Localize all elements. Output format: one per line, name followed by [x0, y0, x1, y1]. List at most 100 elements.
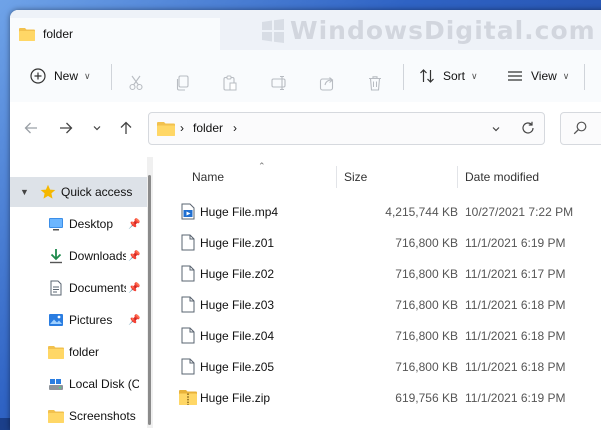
sidebar-item-label: folder — [69, 345, 100, 359]
address-bar[interactable]: › folder › — [148, 112, 545, 145]
download-icon — [50, 249, 62, 264]
separator — [111, 64, 112, 90]
pictures-icon — [49, 314, 63, 326]
plus-circle-icon — [30, 68, 46, 84]
rename-icon[interactable] — [271, 75, 288, 91]
title-bar: folder WindowsDigital.com — [10, 10, 601, 50]
file-size: 619,756 KB — [395, 391, 458, 405]
sidebar-item-desktop[interactable]: Desktop 📌 — [10, 209, 150, 239]
sidebar-item-pictures[interactable]: Pictures 📌 — [10, 305, 150, 335]
folder-icon — [19, 28, 35, 41]
file-size: 716,800 KB — [395, 329, 458, 343]
chevron-down-icon: ▼ — [20, 187, 29, 197]
file-date: 11/1/2021 6:18 PM — [465, 298, 566, 312]
file-size: 716,800 KB — [395, 236, 458, 250]
sidebar-item-label: Local Disk (C:) — [69, 377, 139, 391]
chevron-down-icon: ∨ — [84, 70, 91, 81]
file-icon — [181, 296, 195, 313]
file-name: Huge File.z05 — [200, 360, 275, 374]
chevron-down-icon — [93, 126, 101, 131]
view-button[interactable]: View ∨ — [507, 50, 569, 102]
table-row[interactable]: Huge File.z05 716,800 KB 11/1/2021 6:18 … — [156, 352, 601, 382]
recent-locations-button[interactable] — [87, 118, 107, 138]
breadcrumb-separator-icon: › — [180, 121, 184, 135]
sidebar-item-screenshots[interactable]: Screenshots — [10, 401, 150, 430]
file-icon — [181, 265, 195, 282]
sort-label: Sort — [443, 69, 466, 83]
scrollbar-thumb[interactable] — [148, 175, 151, 425]
drive-icon — [49, 379, 63, 390]
table-row[interactable]: Huge File.z02 716,800 KB 11/1/2021 6:17 … — [156, 259, 601, 289]
table-row[interactable]: Huge File.z03 716,800 KB 11/1/2021 6:18 … — [156, 290, 601, 320]
forward-button[interactable] — [56, 118, 76, 138]
file-size: 716,800 KB — [395, 360, 458, 374]
pin-icon: 📌 — [128, 282, 141, 294]
file-date: 11/1/2021 6:18 PM — [465, 329, 566, 343]
table-row[interactable]: Huge File.mp4 4,215,744 KB 10/27/2021 7:… — [156, 197, 601, 227]
sidebar-item-folder[interactable]: folder — [10, 337, 150, 367]
file-size: 4,215,744 KB — [385, 205, 458, 219]
file-list: ⌃ Name Size Date modified Huge File.mp4 … — [156, 156, 601, 430]
file-date: 11/1/2021 6:17 PM — [465, 267, 566, 281]
tab-folder[interactable]: folder — [10, 18, 220, 50]
refresh-icon[interactable] — [521, 121, 535, 135]
up-button[interactable] — [116, 118, 136, 138]
back-button[interactable] — [21, 118, 41, 138]
sidebar-item-label: Documents — [69, 281, 126, 295]
arrow-left-icon — [24, 122, 37, 134]
pin-icon: 📌 — [128, 250, 141, 262]
tab-title: folder — [43, 27, 74, 41]
sidebar-item-documents[interactable]: Documents 📌 — [10, 273, 150, 303]
desktop-icon — [49, 218, 63, 231]
sort-ascending-icon: ⌃ — [258, 161, 266, 171]
sidebar-item-local-disk[interactable]: Local Disk (C:) — [10, 369, 150, 399]
folder-icon — [48, 410, 64, 423]
windows-logo-icon — [262, 19, 284, 43]
file-name: Huge File.mp4 — [200, 205, 279, 219]
sidebar-scrollbar[interactable] — [147, 157, 153, 428]
breadcrumb[interactable]: folder — [193, 121, 223, 135]
view-list-icon — [508, 71, 522, 81]
cut-icon[interactable] — [128, 75, 144, 91]
navigation-bar: › folder › — [10, 102, 601, 154]
column-divider[interactable] — [336, 166, 337, 188]
paste-icon[interactable] — [222, 75, 238, 91]
command-bar: New ∨ Sort ∨ View ∨ — [10, 50, 601, 103]
arrow-right-icon — [60, 122, 73, 134]
file-date: 11/1/2021 6:19 PM — [465, 391, 566, 405]
document-icon — [50, 280, 62, 296]
column-header-date[interactable]: Date modified — [465, 170, 539, 184]
column-divider[interactable] — [457, 166, 458, 188]
view-label: View — [531, 69, 557, 83]
folder-icon — [48, 346, 64, 359]
sort-icon — [420, 69, 434, 83]
file-name: Huge File.z03 — [200, 298, 275, 312]
file-explorer-window: folder WindowsDigital.com New ∨ Sort ∨ V… — [10, 10, 601, 430]
chevron-down-icon[interactable] — [491, 124, 501, 134]
zip-folder-icon — [179, 390, 197, 405]
search-box[interactable] — [560, 112, 601, 145]
breadcrumb-separator-icon: › — [233, 121, 237, 135]
share-icon[interactable] — [319, 75, 335, 91]
delete-icon[interactable] — [367, 75, 383, 91]
table-row[interactable]: Huge File.z01 716,800 KB 11/1/2021 6:19 … — [156, 228, 601, 258]
folder-icon — [157, 122, 175, 136]
table-row[interactable]: Huge File.z04 716,800 KB 11/1/2021 6:18 … — [156, 321, 601, 351]
column-header-name[interactable]: Name — [192, 170, 224, 184]
file-size: 716,800 KB — [395, 298, 458, 312]
column-header-size[interactable]: Size — [344, 170, 367, 184]
separator — [584, 64, 585, 90]
file-name: Huge File.z04 — [200, 329, 275, 343]
sidebar-item-downloads[interactable]: Downloads 📌 — [10, 241, 150, 271]
star-icon — [40, 184, 56, 199]
pin-icon: 📌 — [128, 314, 141, 326]
sidebar-item-quick-access[interactable]: ▼ Quick access — [10, 177, 150, 207]
file-icon — [181, 327, 195, 344]
sort-button[interactable]: Sort ∨ — [419, 50, 478, 102]
sidebar-item-label: Quick access — [61, 185, 133, 199]
copy-icon[interactable] — [175, 75, 191, 91]
new-button[interactable]: New ∨ — [30, 50, 91, 102]
sidebar-item-label: Screenshots — [69, 409, 136, 423]
file-name: Huge File.z01 — [200, 236, 275, 250]
table-row[interactable]: Huge File.zip 619,756 KB 11/1/2021 6:19 … — [156, 383, 601, 413]
